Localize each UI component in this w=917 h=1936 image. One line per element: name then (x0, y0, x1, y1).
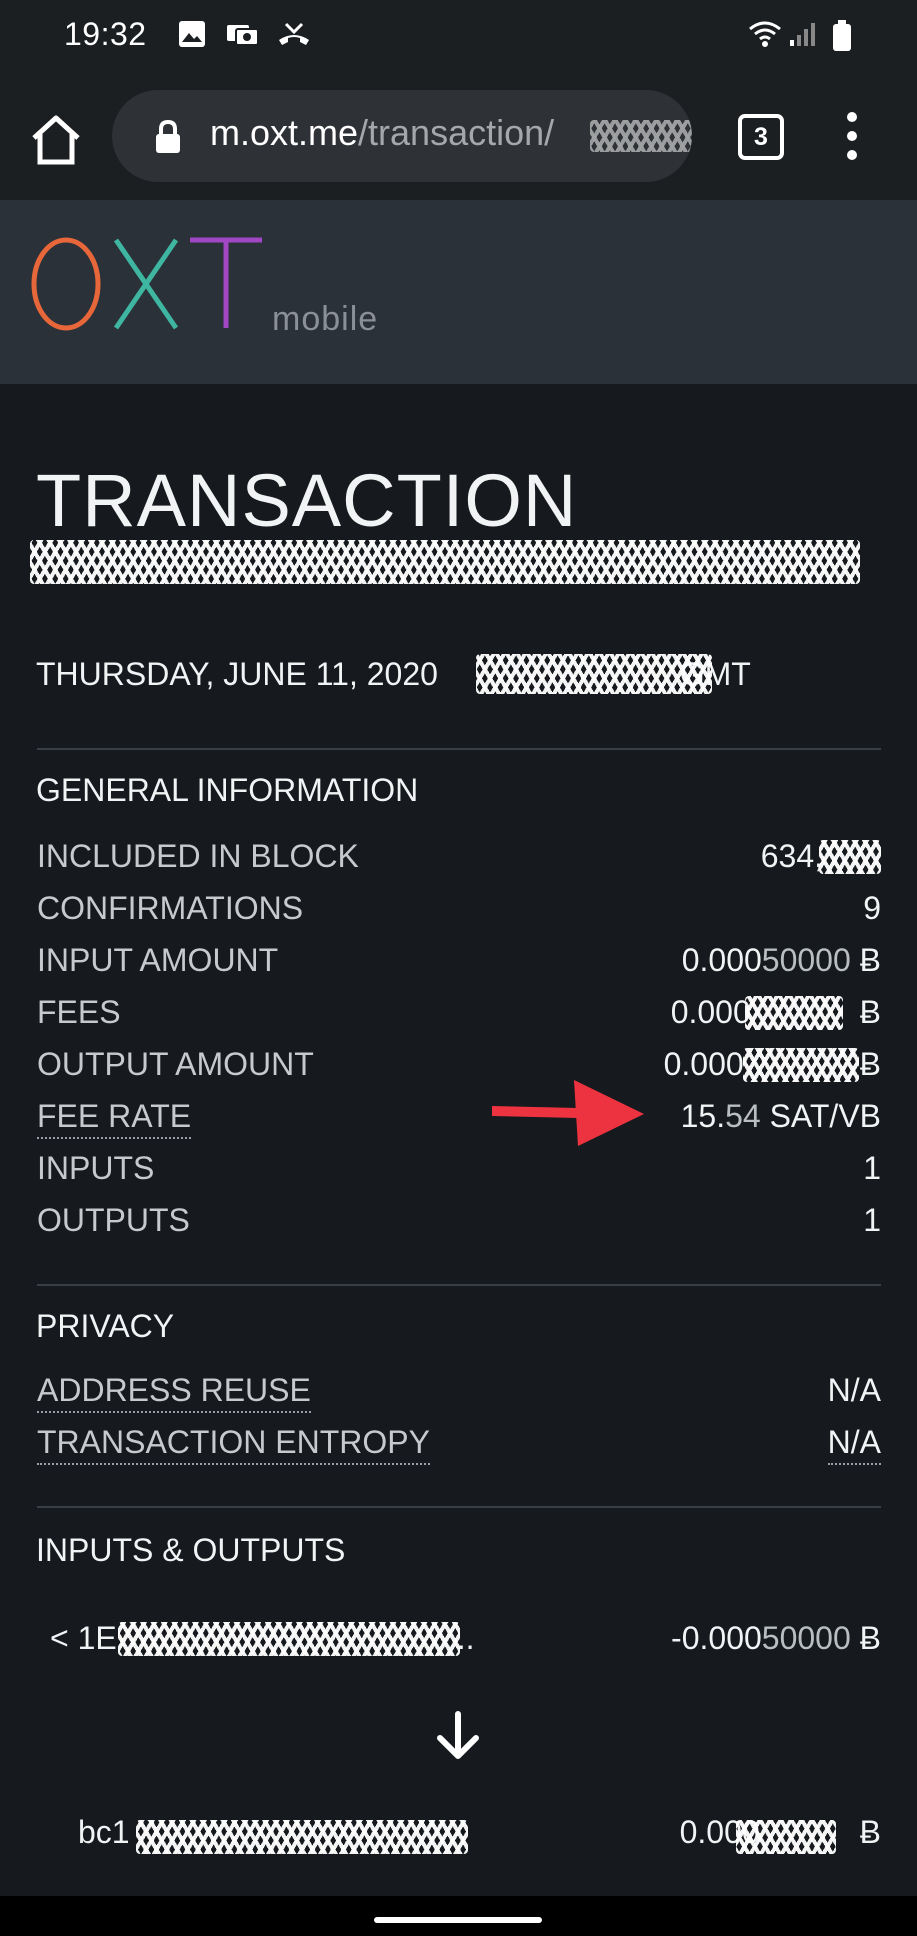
row-output-amount: OUTPUT AMOUNT 0.000 Ƀ (37, 1046, 881, 1096)
oxt-logo[interactable] (30, 232, 266, 336)
input-amount-value: 0.00050000 Ƀ (682, 942, 881, 979)
arrow-down-icon (437, 1711, 479, 1759)
status-bar: 19:32 (0, 0, 917, 72)
rate-main: 15. (680, 1098, 726, 1134)
section-title-general: GENERAL INFORMATION (36, 772, 419, 808)
redacted-output (743, 1048, 859, 1082)
section-title-privacy: PRIVACY (36, 1308, 175, 1344)
row-label: INPUTS (37, 1150, 155, 1186)
amount-main: 0.000 (681, 942, 762, 978)
inputs-count: 1 (863, 1150, 881, 1186)
amount-main: -0.000 (671, 1620, 762, 1656)
url-text: m.oxt.me/transaction/ (210, 112, 554, 154)
btc-unit: Ƀ (859, 994, 881, 1030)
output-address-prefix: bc1 (78, 1814, 130, 1850)
entropy-value[interactable]: N/A (827, 1424, 881, 1465)
battery-icon (833, 20, 851, 51)
address-reuse-label[interactable]: ADDRESS REUSE (37, 1372, 311, 1413)
redacted-output-address (136, 1820, 468, 1854)
row-input-amount: INPUT AMOUNT 0.00050000 Ƀ (37, 942, 881, 992)
fee-rate-label[interactable]: FEE RATE (37, 1098, 192, 1139)
more-menu-icon[interactable] (840, 112, 864, 168)
row-label: CONFIRMATIONS (37, 890, 304, 926)
btc-unit: Ƀ (859, 1046, 881, 1082)
section-title-io: INPUTS & OUTPUTS (36, 1532, 346, 1568)
site-header: mobile (0, 200, 917, 384)
image-notification-icon (179, 21, 205, 47)
row-label: INCLUDED IN BLOCK (37, 838, 359, 874)
row-address-reuse: ADDRESS REUSE N/A (37, 1372, 881, 1422)
date-text: THURSDAY, JUNE 11, 2020 (36, 656, 438, 692)
input-amount: -0.00050000 Ƀ (671, 1620, 881, 1657)
redacted-time (476, 654, 712, 694)
rate-unit: SAT/VB (769, 1098, 881, 1134)
home-gesture-handle[interactable] (374, 1917, 542, 1923)
confirmations-value: 9 (863, 890, 881, 926)
lock-icon (156, 120, 180, 153)
redacted-txid (30, 540, 860, 584)
browser-toolbar: m.oxt.me/transaction/ 3 (0, 72, 917, 200)
block-height-text: 634, (760, 838, 823, 874)
android-nav-bar (0, 1896, 917, 1936)
url-path: /transaction/ (358, 112, 555, 153)
address-reuse-value: N/A (827, 1372, 881, 1408)
redacted-fees (745, 996, 843, 1030)
tab-switcher-button[interactable]: 3 (738, 114, 784, 160)
input-address-prefix: < 1E (50, 1620, 117, 1656)
status-time: 19:32 (64, 16, 147, 52)
row-confirmations: CONFIRMATIONS 9 (37, 890, 881, 940)
annotation-arrow-icon (492, 1080, 644, 1146)
amount-dim: 50000 (761, 942, 851, 978)
amount-main: 0.000 (663, 1046, 744, 1082)
page-title: TRANSACTION (36, 459, 578, 542)
divider (37, 1506, 881, 1508)
divider (37, 748, 881, 750)
row-label: INPUT AMOUNT (37, 942, 279, 978)
wifi-icon (749, 21, 781, 47)
redacted-block (819, 840, 881, 874)
address-bar[interactable]: m.oxt.me/transaction/ (112, 90, 692, 182)
divider (37, 1284, 881, 1286)
fee-rate-value: 15.54 SAT/VB (681, 1098, 881, 1135)
row-fee-rate: FEE RATE 15.54 SAT/VB (37, 1098, 881, 1148)
row-label: OUTPUTS (37, 1202, 190, 1238)
row-fees: FEES 0.000 Ƀ (37, 994, 881, 1044)
redacted-url (590, 120, 692, 152)
amount-main: 0.000 (670, 994, 751, 1030)
row-outputs: OUTPUTS 1 (37, 1202, 881, 1252)
row-label: OUTPUT AMOUNT (37, 1046, 314, 1082)
entropy-label[interactable]: TRANSACTION ENTROPY (37, 1424, 430, 1465)
btc-unit: Ƀ (859, 942, 881, 978)
main-content: TRANSACTION THURSDAY, JUNE 11, 2020 GMT … (0, 384, 917, 1896)
output-address[interactable]: bc1 (78, 1814, 130, 1851)
rate-dim: 54 (725, 1098, 761, 1134)
btc-unit: Ƀ (859, 1814, 881, 1850)
signal-icon (790, 23, 815, 46)
row-label: FEES (37, 994, 121, 1030)
logo-subtitle: mobile (272, 300, 379, 338)
row-transaction-entropy: TRANSACTION ENTROPY N/A (37, 1424, 881, 1474)
amount-dim: 50000 (761, 1620, 851, 1656)
outputs-count: 1 (863, 1202, 881, 1238)
url-host: m.oxt.me (210, 112, 359, 153)
btc-unit: Ƀ (859, 1620, 881, 1656)
money-notification-icon (227, 25, 259, 46)
missed-call-icon (279, 22, 309, 45)
redacted-input-address (118, 1622, 460, 1656)
home-icon[interactable] (28, 112, 84, 168)
row-included-in-block: INCLUDED IN BLOCK 634, (37, 838, 881, 888)
redacted-output-amount (736, 1820, 836, 1854)
row-inputs: INPUTS 1 (37, 1150, 881, 1200)
